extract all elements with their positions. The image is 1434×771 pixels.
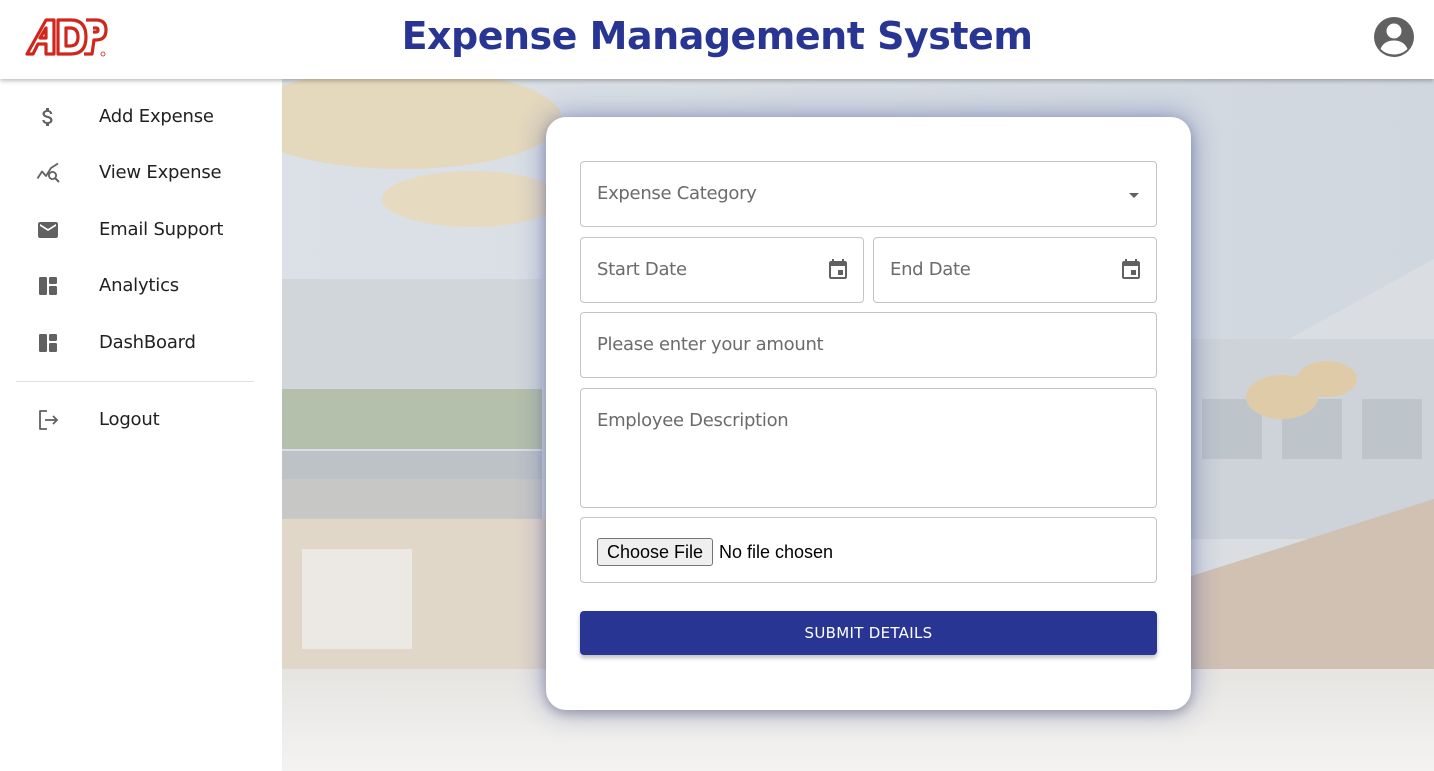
sidebar: Add Expense View Expense Email Support A…: [0, 79, 282, 771]
account-circle-icon[interactable]: [1373, 16, 1415, 58]
calendar-icon[interactable]: [1119, 258, 1143, 282]
sidebar-item-label: Email Support: [99, 219, 224, 240]
logout-icon: [39, 410, 58, 430]
sidebar-divider: [16, 381, 254, 382]
sidebar-item-label: DashBoard: [99, 332, 196, 353]
calendar-icon[interactable]: [826, 258, 850, 282]
expense-category-placeholder: Expense Category: [597, 183, 757, 204]
end-date-field[interactable]: End Date: [873, 237, 1157, 303]
sidebar-item-view-expense[interactable]: View Expense: [0, 149, 282, 197]
app-title: Expense Management System: [401, 14, 1033, 58]
employee-description-textarea[interactable]: Employee Description: [580, 388, 1157, 508]
app-bar: Expense Management System: [0, 0, 1434, 79]
sidebar-item-dashboard[interactable]: DashBoard: [0, 319, 282, 367]
sidebar-item-label: Analytics: [99, 275, 179, 296]
sidebar-item-analytics[interactable]: Analytics: [0, 262, 282, 310]
expense-form-card: Expense Category Start Date End Date Ple…: [546, 117, 1191, 710]
description-placeholder: Employee Description: [597, 410, 789, 431]
submit-details-button[interactable]: SUBMIT DETAILS: [580, 611, 1157, 655]
amount-input[interactable]: Please enter your amount: [580, 312, 1157, 378]
dashboard-icon: [39, 334, 57, 352]
amount-placeholder: Please enter your amount: [597, 334, 824, 355]
file-upload-field: Choose File No file chosen: [580, 517, 1157, 583]
sidebar-item-email-support[interactable]: Email Support: [0, 206, 282, 254]
query-stats-icon: [36, 162, 60, 183]
dollar-icon: [42, 108, 53, 126]
dashboard-icon: [39, 277, 57, 295]
sidebar-item-label: Logout: [99, 409, 160, 430]
sidebar-item-label: View Expense: [99, 162, 222, 183]
choose-file-button[interactable]: Choose File: [597, 538, 714, 566]
file-status-text: No file chosen: [719, 542, 834, 562]
expense-category-select[interactable]: Expense Category: [580, 161, 1157, 227]
mail-icon: [38, 222, 58, 238]
end-date-placeholder: End Date: [890, 259, 971, 280]
dropdown-arrow-icon: [1129, 193, 1139, 198]
main-content: Expense Category Start Date End Date Ple…: [282, 79, 1434, 771]
sidebar-item-add-expense[interactable]: Add Expense: [0, 93, 282, 141]
sidebar-item-label: Add Expense: [99, 106, 214, 127]
sidebar-item-logout[interactable]: Logout: [0, 396, 282, 444]
start-date-placeholder: Start Date: [597, 259, 687, 280]
start-date-field[interactable]: Start Date: [580, 237, 864, 303]
